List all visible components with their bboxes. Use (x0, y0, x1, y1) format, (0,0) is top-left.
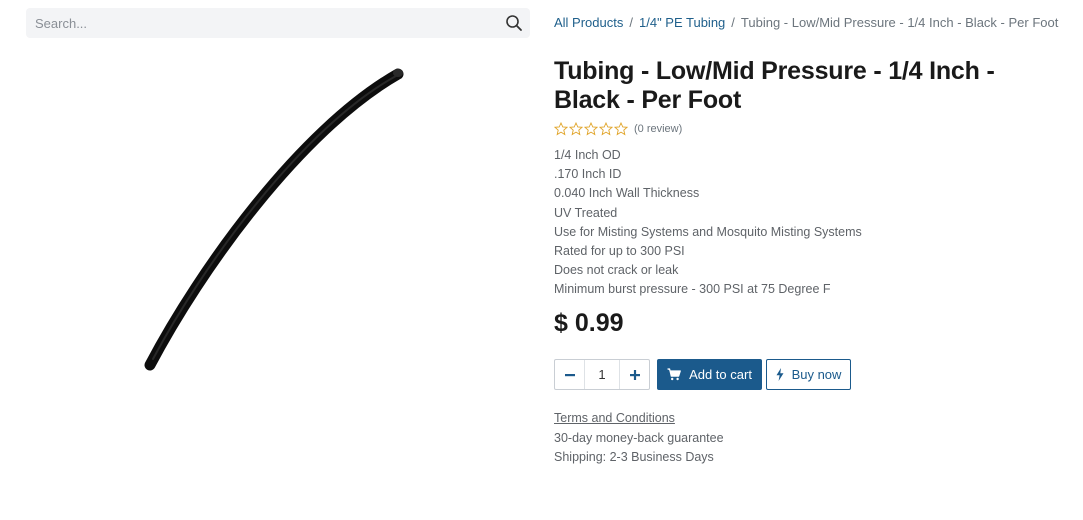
quantity-decrease-button[interactable] (555, 360, 585, 389)
quantity-increase-button[interactable] (619, 360, 649, 389)
quantity-input[interactable] (585, 360, 619, 389)
star-outline-icon (614, 122, 628, 136)
search-box (26, 8, 530, 38)
description-line: 1/4 Inch OD (554, 148, 621, 162)
plus-icon (629, 369, 640, 380)
breadcrumb-separator: / (629, 15, 633, 30)
terms-and-conditions-link[interactable]: Terms and Conditions (554, 411, 675, 425)
buy-now-button[interactable]: Buy now (766, 359, 851, 390)
buy-now-label: Buy now (791, 367, 842, 382)
star-outline-icon (584, 122, 598, 136)
star-outline-icon (599, 122, 613, 136)
search-input[interactable] (26, 8, 530, 38)
guarantee-text: 30-day money-back guarantee (554, 431, 724, 445)
product-description: 1/4 Inch OD .170 Inch ID 0.040 Inch Wall… (554, 146, 862, 300)
star-outline-icon (569, 122, 583, 136)
description-line: Does not crack or leak (554, 263, 679, 278)
description-line: Use for Misting Systems and Mosquito Mis… (554, 224, 862, 239)
shipping-text: Shipping: 2-3 Business Days (554, 450, 714, 464)
review-count[interactable]: (0 review) (634, 123, 682, 135)
product-rating[interactable]: (0 review) (554, 122, 682, 136)
product-image[interactable] (120, 50, 430, 390)
description-line: 0.040 Inch Wall Thickness (554, 186, 700, 201)
breadcrumb-separator: / (731, 15, 735, 30)
breadcrumb-pe-tubing[interactable]: 1/4" PE Tubing (639, 15, 725, 30)
description-line: .170 Inch ID (554, 167, 622, 182)
description-line: Rated for up to 300 PSI (554, 244, 685, 259)
product-title: Tubing - Low/Mid Pressure - 1/4 Inch - B… (554, 57, 995, 114)
description-line: Minimum burst pressure - 300 PSI at 75 D… (554, 282, 831, 297)
minus-icon (564, 373, 575, 376)
search-icon[interactable] (504, 13, 524, 33)
cart-icon (667, 368, 681, 381)
description-line: UV Treated (554, 205, 618, 220)
star-outline-icon (554, 122, 568, 136)
add-to-cart-label: Add to cart (689, 367, 752, 382)
bolt-icon (776, 368, 784, 381)
add-to-cart-button[interactable]: Add to cart (657, 359, 762, 390)
breadcrumb-current: Tubing - Low/Mid Pressure - 1/4 Inch - B… (740, 15, 1059, 30)
rating-stars (554, 122, 628, 136)
product-price: $ 0.99 (554, 309, 624, 337)
breadcrumb: All Products / 1/4" PE Tubing / Tubing - Low… (554, 15, 1058, 30)
quantity-stepper (554, 359, 650, 390)
breadcrumb-all-products[interactable]: All Products (554, 15, 623, 30)
